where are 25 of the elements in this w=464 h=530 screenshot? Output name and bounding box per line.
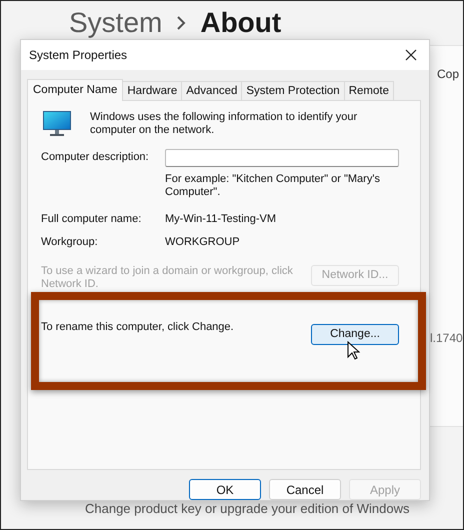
cursor-icon	[347, 340, 360, 360]
partial-text: Cop	[437, 67, 460, 81]
page-title: About	[200, 7, 282, 39]
field-value: My-Win-11-Testing-VM	[165, 212, 278, 227]
window-title: System Properties	[29, 48, 128, 62]
field-label: Computer description:	[41, 150, 150, 166]
field-value: WORKGROUP	[165, 234, 241, 250]
dialog-button[interactable]: Cancel	[269, 479, 341, 500]
field-label: Workgroup:	[41, 234, 99, 250]
description-field[interactable]	[165, 148, 399, 167]
change-button[interactable]: Change...	[311, 324, 399, 345]
setting-description: Change product key or upgrade your edition of Windows	[85, 501, 410, 516]
tab[interactable]: Remote	[344, 80, 394, 100]
example-text: For example: "Kitchen Computer" or "Mary's Computer".	[165, 172, 381, 199]
info-text: Windows uses the following information to identify your computer on the network.	[90, 110, 358, 137]
breadcrumb-link[interactable]: System	[69, 7, 162, 39]
partial-text: l.1740	[430, 331, 463, 345]
instruction-text: To rename this computer, click Change.	[41, 320, 235, 334]
instruction-text: To use a wizard to join a domain or workgroup, click Network ID.	[41, 264, 294, 291]
tab[interactable]: Computer Name	[27, 78, 124, 101]
monitor-icon	[43, 110, 71, 137]
dialog-button[interactable]: OK	[189, 479, 261, 500]
field-label: Full computer name:	[41, 212, 142, 227]
chevron-icon	[176, 16, 186, 30]
close-icon[interactable]	[405, 48, 417, 61]
